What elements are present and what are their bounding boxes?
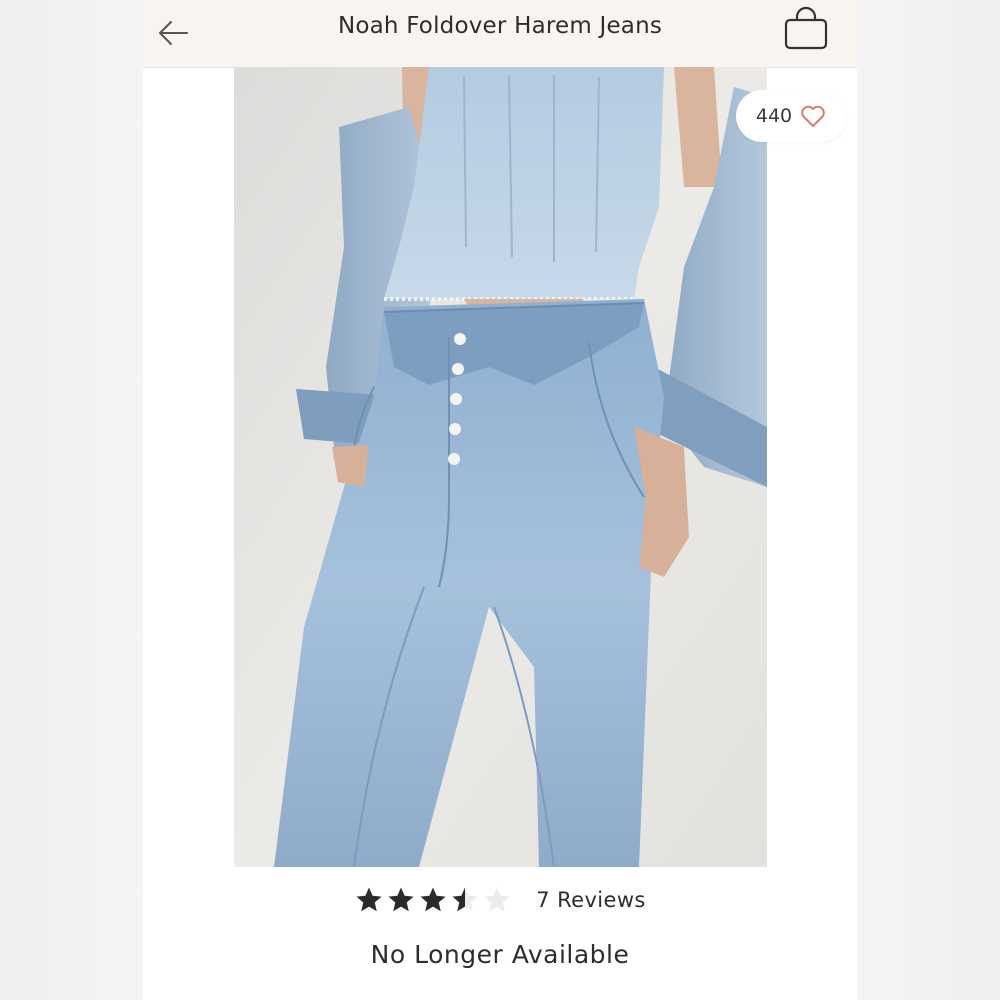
like-count: 440 (755, 105, 793, 127)
rating-row: 7 Reviews (143, 885, 857, 915)
product-image[interactable] (234, 67, 767, 867)
back-button[interactable] (155, 15, 191, 51)
screenshot-frame: Noah Foldover Harem Jeans 440 7 Reviews … (0, 0, 1000, 1000)
arrow-left-icon (159, 21, 188, 45)
star-empty-icon (484, 887, 510, 912)
product-page: Noah Foldover Harem Jeans 440 7 Reviews … (143, 0, 857, 1000)
shopping-bag-button[interactable] (781, 2, 831, 52)
shopping-bag-icon (784, 6, 828, 50)
star-rating (354, 885, 512, 915)
like-button[interactable]: 440 (736, 90, 846, 142)
heart-outline-icon (801, 105, 825, 127)
reviews-link[interactable]: 7 Reviews (536, 888, 646, 912)
page-title: Noah Foldover Harem Jeans (337, 13, 663, 39)
product-photo-illustration (234, 67, 767, 867)
star-filled-icon (420, 887, 446, 912)
star-filled-icon (356, 887, 382, 912)
star-half-icon (452, 887, 478, 912)
top-navigation-bar: Noah Foldover Harem Jeans (143, 0, 857, 68)
star-filled-icon (388, 887, 414, 912)
availability-status: No Longer Available (370, 940, 630, 969)
